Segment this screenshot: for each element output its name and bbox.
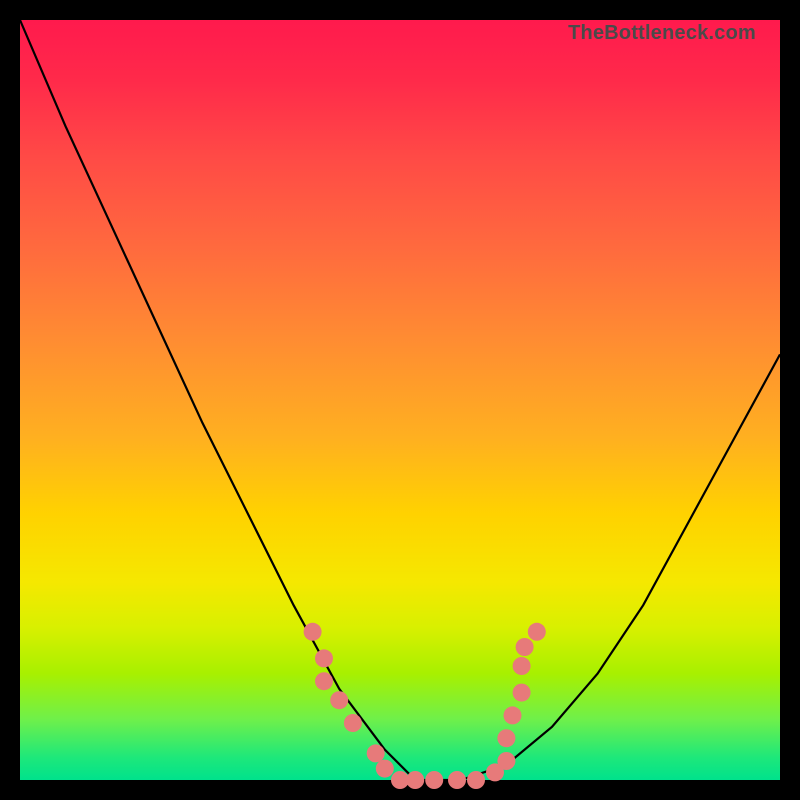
marker-dot: [516, 638, 534, 656]
marker-dot: [467, 771, 485, 789]
chart-frame: TheBottleneck.com: [0, 0, 800, 800]
marker-dot: [376, 760, 394, 778]
marker-dot: [497, 752, 515, 770]
marker-dot: [367, 744, 385, 762]
bottleneck-curve: [20, 20, 780, 780]
marker-dot: [315, 672, 333, 690]
marker-dot: [425, 771, 443, 789]
marker-dot: [304, 623, 322, 641]
marker-group: [304, 623, 546, 789]
marker-dot: [448, 771, 466, 789]
marker-dot: [513, 657, 531, 675]
marker-dot: [504, 706, 522, 724]
marker-dot: [513, 684, 531, 702]
marker-dot: [497, 729, 515, 747]
marker-dot: [406, 771, 424, 789]
chart-overlay: [20, 20, 780, 780]
marker-dot: [330, 691, 348, 709]
marker-dot: [528, 623, 546, 641]
marker-dot: [315, 649, 333, 667]
marker-dot: [344, 714, 362, 732]
plot-area: TheBottleneck.com: [20, 20, 780, 780]
